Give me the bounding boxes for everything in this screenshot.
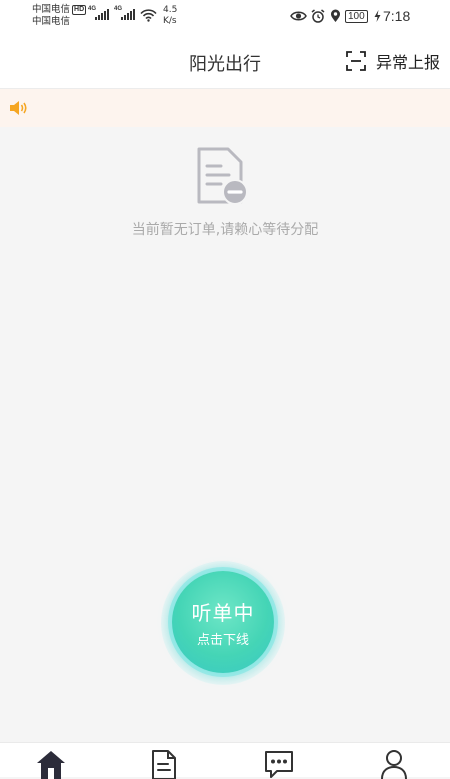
alarm-icon [311,9,325,23]
net-speed: 4.5 K/s [163,5,178,26]
app-header: 阳光出行 异常上报 [0,34,450,89]
report-exception-label: 异常上报 [375,53,440,72]
nav-profile[interactable] [380,749,414,779]
report-exception-button[interactable]: 异常上报 [346,47,440,75]
clock: 7:18 [383,8,411,24]
listen-status: 听单中 [191,601,255,625]
hd-badge: HD [72,5,87,15]
message-icon [265,751,293,778]
battery-level: 100 [345,10,368,23]
wifi-icon [140,9,157,22]
charging-icon [374,10,381,22]
profile-icon [381,750,407,779]
nav-messages[interactable] [263,749,297,779]
go-offline-label: 点击下线 [196,633,249,648]
nav-home[interactable] [35,749,69,779]
eye-icon [290,11,307,21]
home-icon [37,751,65,779]
scan-icon [346,51,366,71]
status-bar: 中国电信 HD 中国电信 4G 4G 4.5 K/s 100 7:18 [0,0,450,34]
go-offline-button[interactable]: 听单中 点击下线 [172,571,274,673]
speaker-icon [10,101,27,115]
carrier-info: 中国电信 HD 中国电信 [32,4,87,28]
nav-orders[interactable] [150,749,184,779]
orders-icon [152,750,176,779]
carrier-2: 中国电信 [32,16,71,27]
notice-bar [0,89,450,127]
location-icon [331,9,340,22]
carrier-1: 中国电信 [32,4,71,15]
document-minus-icon [197,147,248,205]
bottom-nav [0,742,450,779]
listen-button-halo: 听单中 点击下线 [161,561,285,685]
empty-message: 当前暂无订单,请赖心等待分配 [131,222,319,238]
